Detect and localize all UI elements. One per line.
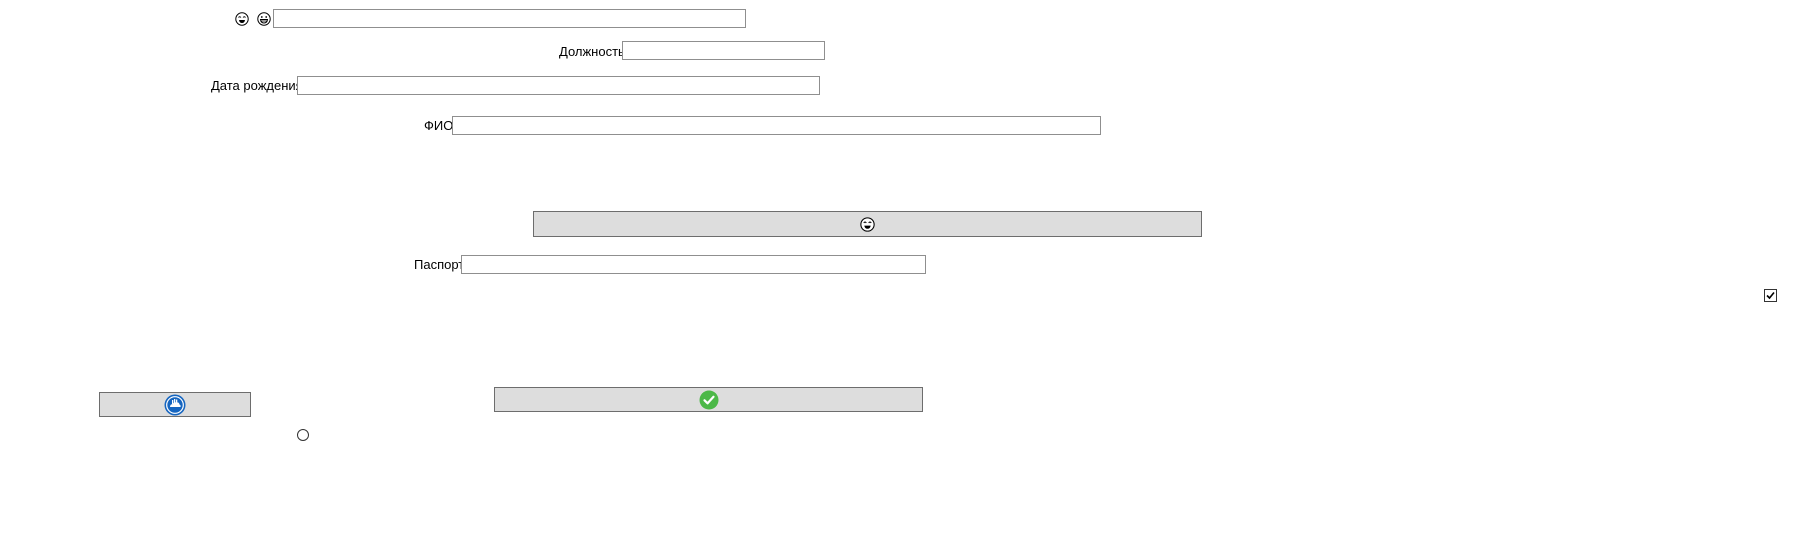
confirm-button[interactable] [494, 387, 923, 412]
grin-icon [257, 12, 271, 26]
face-icon [235, 12, 249, 26]
checkbox[interactable] [1764, 289, 1777, 302]
position-label: Должность [559, 44, 625, 59]
birthdate-input[interactable] [297, 76, 820, 95]
fio-input[interactable] [452, 116, 1101, 135]
position-input[interactable] [622, 41, 825, 60]
emoji-button[interactable] [533, 211, 1202, 237]
face-icon [860, 216, 875, 232]
radio-button[interactable] [297, 429, 309, 441]
blue-button[interactable] [99, 392, 251, 417]
birthdate-label: Дата рождения [211, 78, 303, 93]
passport-label: Паспорт [414, 257, 465, 272]
fio-label: ФИО [424, 118, 454, 133]
passport-input[interactable] [461, 255, 926, 274]
checkmark-icon [1766, 291, 1775, 300]
top-input[interactable] [273, 9, 746, 28]
check-circle-icon [699, 390, 719, 410]
cloud-hand-icon [164, 394, 186, 416]
